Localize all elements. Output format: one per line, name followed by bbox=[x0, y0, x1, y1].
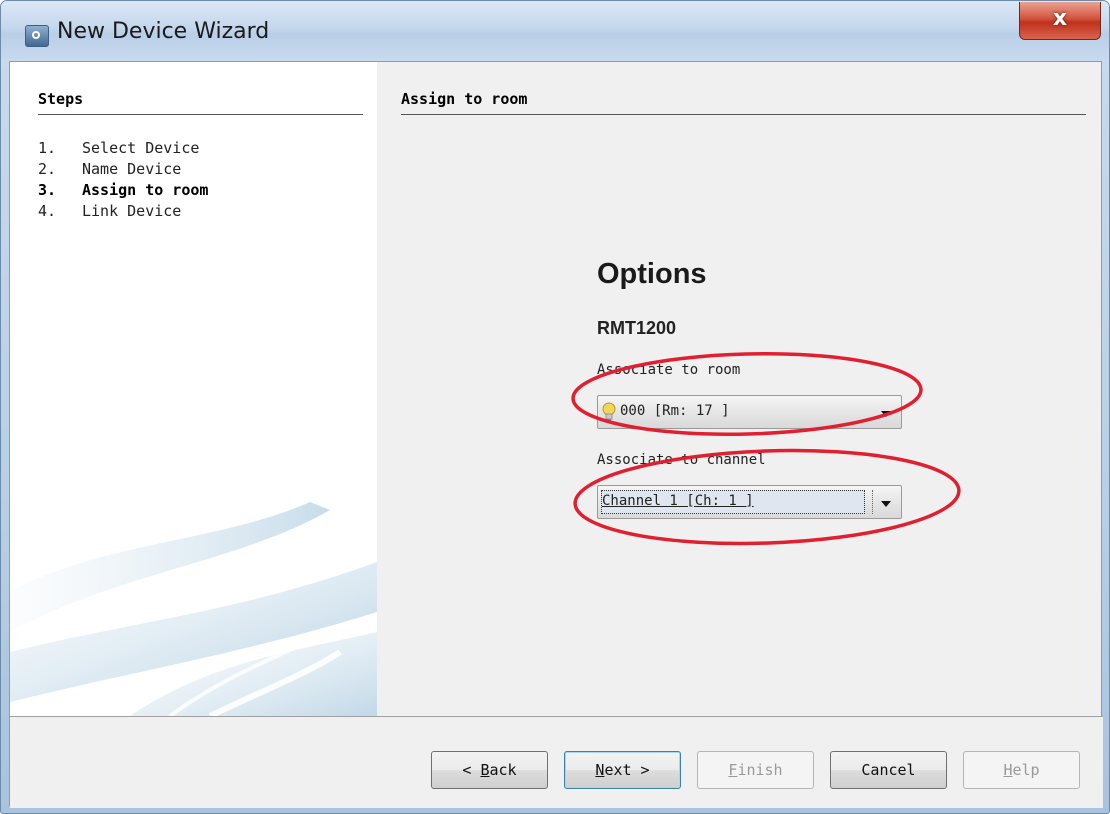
finish-mnemonic: F bbox=[728, 761, 738, 779]
steps-heading: Steps bbox=[38, 90, 363, 115]
channel-field-label: Associate to channel bbox=[597, 452, 766, 468]
title-bar[interactable]: New Device Wizard x bbox=[1, 1, 1109, 61]
step-label: Link Device bbox=[82, 202, 182, 220]
step-number: 1. bbox=[38, 139, 57, 157]
back-mnemonic: B bbox=[480, 761, 490, 779]
window-title: New Device Wizard bbox=[57, 19, 270, 44]
step-item-select-device: 1. Select Device bbox=[38, 138, 208, 159]
help-button[interactable]: Help bbox=[963, 751, 1080, 789]
finish-label-rest: inish bbox=[737, 761, 783, 779]
step-number: 2. bbox=[38, 160, 57, 178]
content-pane: Assign to room Options RMT1200 Associate… bbox=[377, 62, 1103, 716]
step-item-link-device: 4. Link Device bbox=[38, 201, 208, 222]
cancel-label: Cancel bbox=[861, 761, 916, 779]
room-field-label: Associate to room bbox=[597, 362, 741, 378]
channel-selected-value: Channel 1 [Ch: 1 ] bbox=[602, 493, 754, 509]
close-button[interactable]: x bbox=[1019, 2, 1101, 40]
combo-separator bbox=[872, 490, 873, 514]
room-combobox[interactable]: 000 [Rm: 17 ] bbox=[597, 395, 902, 429]
wizard-window: New Device Wizard x Steps 1. Select Devic… bbox=[0, 0, 1110, 814]
finish-button[interactable]: Finish bbox=[697, 751, 814, 789]
device-name: RMT1200 bbox=[597, 318, 677, 338]
wizard-client-area: Steps 1. Select Device 2. Name Device 3. As… bbox=[9, 61, 1103, 808]
next-label-rest: ext > bbox=[604, 761, 650, 779]
step-item-name-device: 2. Name Device bbox=[38, 159, 208, 180]
step-number: 4. bbox=[38, 202, 57, 220]
back-arrow-text: < bbox=[462, 761, 481, 779]
decorative-swoosh-graphic bbox=[10, 502, 377, 716]
steps-list: 1. Select Device 2. Name Device 3. Assign t… bbox=[38, 138, 208, 222]
page-heading: Assign to room bbox=[401, 90, 1086, 115]
back-label-rest: ack bbox=[489, 761, 517, 779]
help-mnemonic: H bbox=[1003, 761, 1013, 779]
options-title: Options bbox=[597, 258, 707, 290]
chevron-down-icon[interactable] bbox=[881, 501, 891, 507]
room-selected-value: 000 [Rm: 17 ] bbox=[620, 403, 730, 419]
wizard-app-icon bbox=[25, 25, 49, 47]
step-number: 3. bbox=[38, 181, 57, 199]
step-item-assign-to-room: 3. Assign to room bbox=[38, 180, 208, 201]
channel-combobox[interactable]: Channel 1 [Ch: 1 ] bbox=[597, 485, 902, 519]
lightbulb-icon bbox=[602, 402, 616, 421]
help-label-rest: elp bbox=[1012, 761, 1040, 779]
next-button[interactable]: Next > bbox=[564, 751, 681, 789]
steps-pane: Steps 1. Select Device 2. Name Device 3. As… bbox=[10, 62, 377, 716]
cancel-button[interactable]: Cancel bbox=[830, 751, 947, 789]
step-label: Name Device bbox=[82, 160, 182, 178]
step-label: Select Device bbox=[82, 139, 200, 157]
next-mnemonic: N bbox=[595, 761, 605, 779]
back-button[interactable]: < Back bbox=[431, 751, 548, 789]
wizard-footer: < Back Next > Finish Cancel Help bbox=[10, 716, 1103, 808]
step-label: Assign to room bbox=[82, 181, 209, 199]
chevron-down-icon[interactable] bbox=[881, 411, 891, 417]
close-icon: x bbox=[1052, 6, 1068, 31]
